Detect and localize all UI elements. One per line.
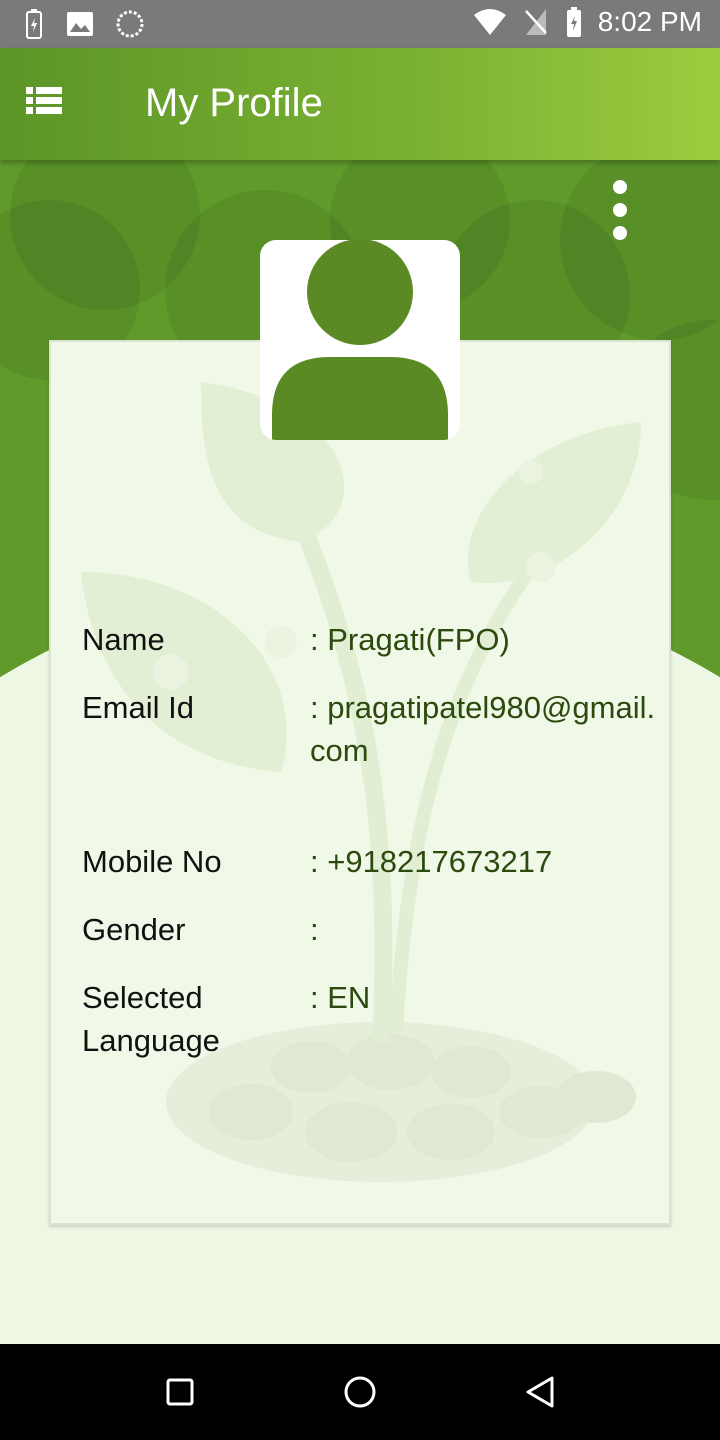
navigation-bar	[0, 1344, 720, 1440]
profile-row-gender: Gender :	[82, 908, 672, 953]
clock: 8:02 PM	[597, 6, 702, 37]
name-label: Name	[82, 622, 165, 657]
profile-row-language: Selected Language : EN	[82, 976, 672, 1066]
email-value: : pragatipatel980@gmail.com	[310, 690, 656, 768]
back-triangle-icon	[526, 1376, 554, 1408]
mobile-value: : +918217673217	[310, 844, 553, 879]
back-button[interactable]	[520, 1372, 560, 1412]
home-button[interactable]	[340, 1372, 380, 1412]
loading-icon	[116, 10, 144, 38]
recents-button[interactable]	[160, 1372, 200, 1412]
profile-row-mobile: Mobile No : +918217673217	[82, 840, 672, 885]
email-label: Email Id	[82, 690, 194, 725]
battery-charging-icon	[26, 9, 42, 39]
more-options-button[interactable]	[604, 178, 636, 242]
recents-square-icon	[166, 1378, 194, 1406]
list-menu-icon	[26, 87, 62, 114]
wifi-icon	[473, 9, 506, 35]
person-avatar-icon	[272, 240, 448, 440]
no-sim-icon	[524, 9, 547, 35]
gender-label: Gender	[82, 912, 186, 947]
mobile-label: Mobile No	[82, 844, 222, 879]
profile-row-name: Name : Pragati(FPO)	[82, 618, 672, 663]
app-bar: My Profile	[0, 48, 720, 160]
name-value: : Pragati(FPO)	[310, 622, 510, 657]
status-bar: 8:02 PM	[0, 0, 720, 48]
gender-value: :	[310, 912, 319, 947]
battery-icon	[566, 7, 581, 37]
page-title: My Profile	[145, 81, 323, 125]
profile-row-email: Email Id : pragatipatel980@gmail.com	[82, 686, 672, 816]
language-value: : EN	[310, 980, 371, 1015]
home-circle-icon	[344, 1376, 376, 1408]
language-label: Selected Language	[82, 980, 220, 1058]
image-icon	[67, 12, 93, 36]
menu-button[interactable]	[24, 84, 68, 124]
profile-avatar[interactable]	[260, 240, 460, 440]
more-vert-icon	[604, 180, 636, 240]
